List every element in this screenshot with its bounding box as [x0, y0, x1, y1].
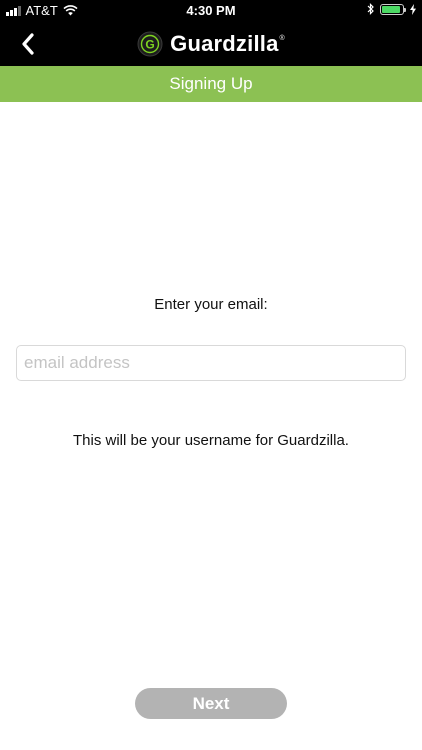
- status-bar: AT&T 4:30 PM: [0, 0, 422, 22]
- brand-logo: G Guardzilla®: [0, 22, 422, 66]
- next-button[interactable]: Next: [135, 688, 287, 719]
- status-right: [367, 3, 416, 15]
- registered-mark: ®: [279, 35, 285, 42]
- charging-bolt-icon: [410, 3, 416, 15]
- section-title: Signing Up: [169, 74, 253, 93]
- guardzilla-logo-icon: G: [137, 31, 163, 57]
- status-time: 4:30 PM: [186, 3, 236, 18]
- app-header: G Guardzilla®: [0, 22, 422, 66]
- brand-name-text: Guardzilla: [170, 31, 279, 56]
- username-hint: This will be your username for Guardzill…: [73, 432, 349, 449]
- svg-text:G: G: [145, 37, 154, 51]
- brand-name: Guardzilla®: [170, 31, 285, 57]
- battery-icon: [380, 3, 406, 15]
- email-prompt: Enter your email:: [154, 296, 268, 313]
- bluetooth-icon: [367, 3, 374, 15]
- section-title-bar: Signing Up: [0, 66, 422, 102]
- email-input[interactable]: [16, 345, 406, 381]
